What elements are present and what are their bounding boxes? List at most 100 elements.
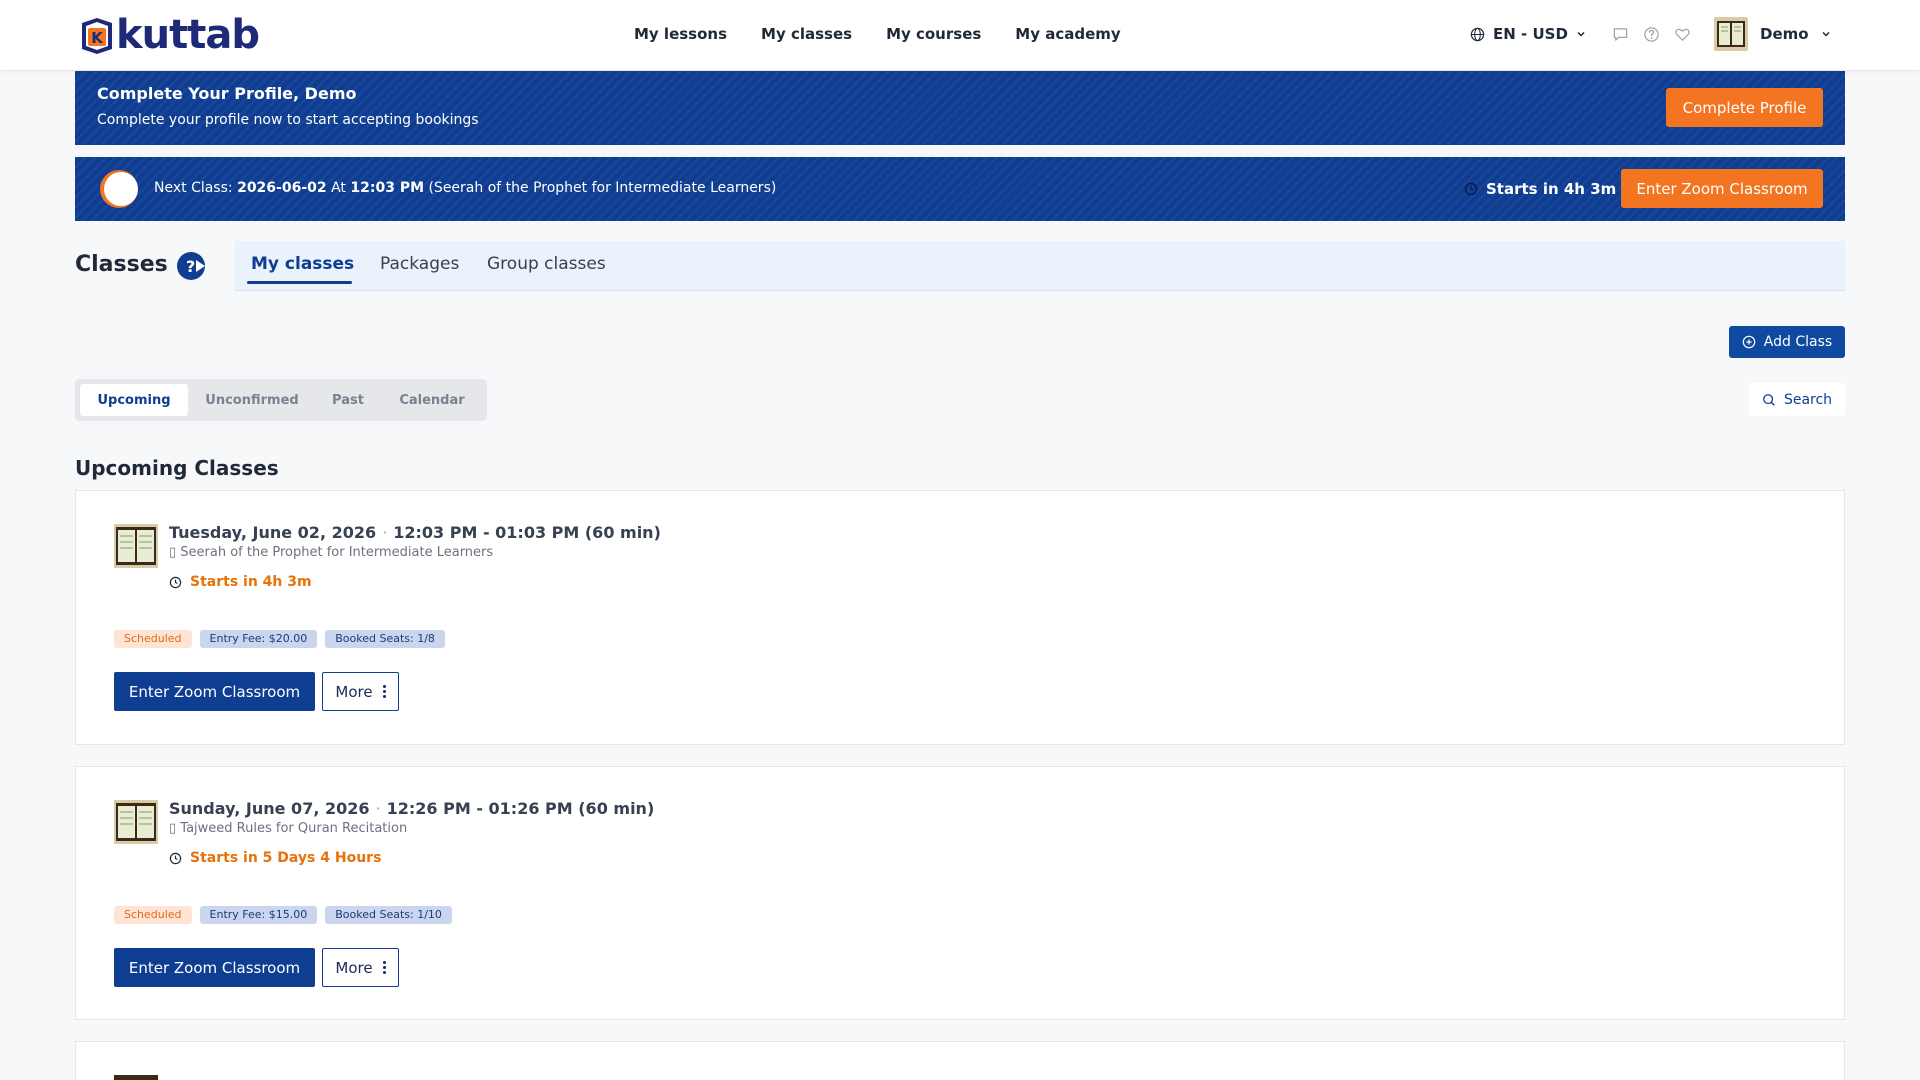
page-title: Classes	[75, 252, 168, 277]
next-class-prefix: Next Class:	[154, 180, 233, 196]
class-badges: Scheduled Entry Fee: $20.00 Booked Seats…	[114, 630, 445, 648]
class-countdown: Starts in 4h 3m	[169, 574, 312, 590]
next-class-countdown: Starts in 4h 3m	[1464, 180, 1616, 198]
next-class-banner: Next Class: 2026-06-02 At 12:03 PM (Seer…	[75, 157, 1845, 221]
class-time: 12:26 PM - 01:26 PM (60 min)	[386, 799, 655, 818]
profile-banner-title: Complete Your Profile, Demo	[97, 84, 357, 103]
section-title: Upcoming Classes	[75, 456, 279, 480]
add-class-button[interactable]: Add Class	[1729, 326, 1845, 358]
search-label: Search	[1783, 391, 1833, 408]
svg-text:?: ?	[186, 257, 195, 276]
help-video-icon[interactable]: ?	[176, 251, 212, 281]
clock-icon	[1464, 182, 1478, 196]
enter-zoom-button[interactable]: Enter Zoom Classroom	[114, 948, 315, 987]
clock-icon	[169, 576, 182, 588]
language-currency-selector[interactable]: EN - USD	[1470, 25, 1586, 43]
next-class-course: (Seerah of the Prophet for Intermediate …	[428, 180, 777, 196]
class-datetime: Tuesday, June 02, 2026 · 12:03 PM - 01:03 …	[169, 523, 661, 542]
book-icon: ▯	[169, 545, 177, 560]
separator-dot: ·	[382, 523, 388, 542]
class-time: 12:03 PM - 01:03 PM (60 min)	[393, 523, 661, 542]
nav-my-lessons[interactable]: My lessons	[634, 25, 727, 43]
entry-fee-badge: Entry Fee: $15.00	[199, 906, 318, 924]
more-button[interactable]: More	[322, 948, 399, 987]
more-label: More	[335, 958, 373, 977]
course-thumbnail	[114, 524, 158, 568]
banner-enter-zoom-button[interactable]: Enter Zoom Classroom	[1621, 169, 1823, 208]
separator-dot: ·	[375, 799, 381, 818]
add-class-label: Add Class	[1763, 334, 1833, 350]
class-countdown: Starts in 5 Days 4 Hours	[169, 850, 381, 866]
chat-icon[interactable]	[1612, 26, 1629, 43]
logo-text: kuttab	[116, 12, 260, 58]
status-badge: Scheduled	[114, 906, 192, 924]
next-class-date: 2026-06-02	[237, 180, 327, 196]
avatar	[1714, 17, 1748, 51]
filter-upcoming[interactable]: Upcoming	[80, 384, 188, 416]
tab-packages[interactable]: Packages	[380, 254, 459, 274]
complete-profile-button[interactable]: Complete Profile	[1666, 88, 1823, 127]
nav-my-academy[interactable]: My academy	[1015, 25, 1120, 43]
class-filter-segmented: Upcoming Unconfirmed Past Calendar	[75, 379, 487, 421]
class-date: Sunday, June 07, 2026	[169, 799, 370, 818]
tab-my-classes[interactable]: My classes	[251, 254, 354, 274]
nav-my-classes[interactable]: My classes	[761, 25, 852, 43]
book-icon: ▯	[169, 821, 177, 836]
search-icon	[1763, 393, 1775, 406]
globe-icon	[1470, 27, 1485, 41]
top-navbar: K kuttab My lessons My classes My course…	[0, 0, 1920, 71]
user-name: Demo	[1760, 25, 1809, 43]
svg-text:K: K	[91, 29, 104, 47]
class-badges: Scheduled Entry Fee: $15.00 Booked Seats…	[114, 906, 452, 924]
plus-circle-icon	[1742, 335, 1756, 349]
user-menu[interactable]: Demo	[1714, 17, 1831, 51]
chevron-down-icon	[1822, 31, 1830, 37]
classes-tabs: My classes Packages Group classes	[235, 241, 1845, 291]
class-datetime: Sunday, June 07, 2026 · 12:26 PM - 01:26 P…	[169, 799, 654, 818]
heart-icon[interactable]	[1674, 26, 1691, 43]
next-class-time: 12:03 PM	[350, 180, 425, 196]
filter-unconfirmed[interactable]: Unconfirmed	[192, 384, 312, 416]
filter-past[interactable]: Past	[315, 384, 381, 416]
chevron-down-icon	[1577, 31, 1585, 37]
kuttab-logo[interactable]: K kuttab	[78, 12, 260, 58]
more-label: More	[335, 682, 373, 701]
class-card: Sunday, June 07, 2026 · 12:26 PM - 01:26 P…	[75, 766, 1845, 1020]
next-class-at: At	[331, 180, 346, 196]
booked-seats-badge: Booked Seats: 1/8	[325, 630, 445, 648]
class-course: ▯ Seerah of the Prophet for Intermediate…	[169, 545, 493, 560]
logo-mark-icon: K	[82, 18, 112, 54]
enter-zoom-button[interactable]: Enter Zoom Classroom	[114, 672, 315, 711]
nav-icon-group	[1612, 26, 1691, 43]
complete-profile-banner: Complete Your Profile, Demo Complete you…	[75, 71, 1845, 145]
next-class-info: Next Class: 2026-06-02 At 12:03 PM (Seer…	[154, 180, 776, 196]
class-date: Tuesday, June 02, 2026	[169, 523, 377, 542]
class-course: ▯ Tajweed Rules for Quran Recitation	[169, 821, 407, 836]
course-thumbnail	[114, 800, 158, 844]
lang-currency-label: EN - USD	[1493, 25, 1568, 43]
countdown-text: Starts in 4h 3m	[1486, 180, 1617, 198]
moon-icon	[100, 170, 138, 208]
nav-my-courses[interactable]: My courses	[886, 25, 981, 43]
booked-seats-badge: Booked Seats: 1/10	[325, 906, 452, 924]
course-thumbnail	[114, 1075, 158, 1080]
active-tab-indicator	[247, 281, 352, 284]
more-button[interactable]: More	[322, 672, 399, 711]
kebab-icon	[382, 961, 386, 974]
kebab-icon	[382, 685, 386, 698]
tab-group-classes[interactable]: Group classes	[487, 254, 606, 274]
profile-banner-subtitle: Complete your profile now to start accep…	[97, 112, 479, 128]
clock-icon	[169, 852, 182, 864]
help-icon[interactable]	[1643, 26, 1660, 43]
filter-calendar[interactable]: Calendar	[383, 384, 481, 416]
search-button[interactable]: Search	[1749, 383, 1845, 416]
entry-fee-badge: Entry Fee: $20.00	[199, 630, 318, 648]
main-nav: My lessons My classes My courses My acad…	[634, 25, 1121, 43]
class-course-name: Seerah of the Prophet for Intermediate L…	[180, 545, 494, 560]
class-card-partial	[75, 1041, 1845, 1080]
class-countdown-text: Starts in 5 Days 4 Hours	[190, 850, 382, 866]
class-countdown-text: Starts in 4h 3m	[190, 574, 312, 590]
class-course-name: Tajweed Rules for Quran Recitation	[180, 821, 408, 836]
class-card: Tuesday, June 02, 2026 · 12:03 PM - 01:03 …	[75, 490, 1845, 745]
status-badge: Scheduled	[114, 630, 192, 648]
